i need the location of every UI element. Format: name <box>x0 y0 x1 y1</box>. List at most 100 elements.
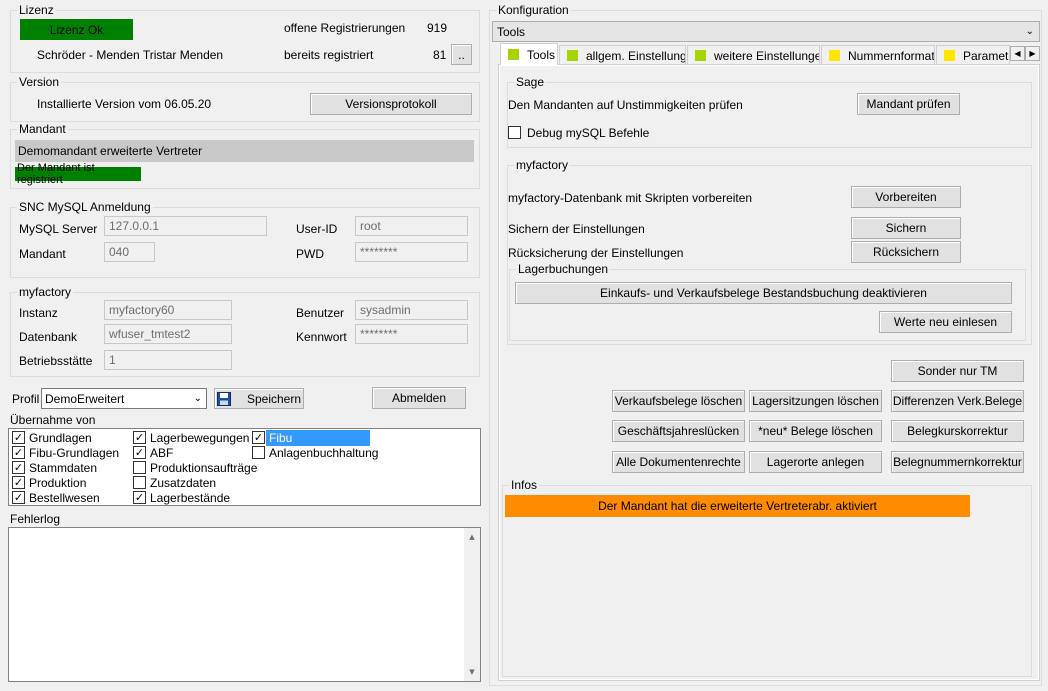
mandant-status-text: Der Mandant ist registriert <box>17 162 95 186</box>
save-settings-button[interactable]: Sichern <box>851 217 961 239</box>
mysql-server-field[interactable]: 127.0.0.1 <box>104 216 267 236</box>
tab-status-icon <box>508 49 519 60</box>
save-settings-label: Sichern der Einstellungen <box>508 222 645 236</box>
uebernahme-checkbox[interactable]: ✓ <box>133 491 146 504</box>
mandant-name: Demomandant erweiterte Vertreter <box>18 144 203 158</box>
sales-doc-differences-button[interactable]: Differenzen Verk.Belege <box>891 390 1024 412</box>
uebernahme-checkbox[interactable]: ✓ <box>252 431 265 444</box>
delete-stock-sessions-button[interactable]: Lagersitzungen löschen <box>749 390 882 412</box>
sonder-tm-button[interactable]: Sonder nur TM <box>891 360 1024 382</box>
check-mandant-button[interactable]: Mandant prüfen <box>857 93 960 115</box>
tab-scroll-left-icon[interactable]: ◀ <box>1010 46 1025 61</box>
chevron-down-icon: ⌄ <box>193 393 202 404</box>
pwd-label: PWD <box>296 247 324 261</box>
snc-title: SNC MySQL Anmeldung <box>17 200 153 214</box>
uebernahme-checkbox[interactable]: ✓ <box>12 446 25 459</box>
profil-select[interactable]: DemoErweitert ⌄ <box>41 388 207 409</box>
scroll-down-icon[interactable]: ▼ <box>466 666 478 678</box>
kennwort-field[interactable]: ******** <box>355 324 468 344</box>
license-status-badge: Lizenz Ok <box>20 19 133 40</box>
tab-tools[interactable]: Tools <box>500 43 558 65</box>
version-log-button[interactable]: Versionsprotokoll <box>310 93 472 115</box>
konfiguration-select[interactable]: Tools ⌄ <box>492 21 1040 42</box>
snc-mandant-field[interactable]: 040 <box>104 242 155 262</box>
save-profile-button[interactable]: Speichern <box>214 388 304 409</box>
prepare-button[interactable]: Vorbereiten <box>851 186 961 208</box>
fiscal-year-gaps-button[interactable]: Geschäftsjahreslücken <box>612 420 745 442</box>
uebernahme-checkbox[interactable] <box>252 446 265 459</box>
lizenz-title: Lizenz <box>17 3 56 17</box>
floppy-disk-icon <box>216 391 231 406</box>
mandant-title: Mandant <box>17 122 68 136</box>
save-profile-label: Speichern <box>246 391 302 406</box>
company-name: Schröder - Menden Tristar Menden <box>37 48 224 62</box>
uebernahme-label: Grundlagen <box>29 431 92 445</box>
chevron-down-icon: ⌄ <box>1025 26 1034 37</box>
tab-label: Tools <box>527 47 556 62</box>
uebernahme-checkbox[interactable]: ✓ <box>133 431 146 444</box>
datenbank-field[interactable]: wfuser_tmtest2 <box>104 324 232 344</box>
uebernahme-label: ABF <box>150 446 174 460</box>
uebernahme-checkbox[interactable]: ✓ <box>12 491 25 504</box>
instanz-field[interactable]: myfactory60 <box>104 300 232 320</box>
uebernahme-label: Lagerbewegungen <box>150 431 250 445</box>
license-more-button[interactable]: .. <box>451 44 472 65</box>
logout-button[interactable]: Abmelden <box>372 387 466 409</box>
tab-item[interactable]: Paramete <box>936 45 1010 65</box>
reload-values-button[interactable]: Werte neu einlesen <box>879 311 1012 333</box>
uebernahme-checkbox[interactable]: ✓ <box>12 461 25 474</box>
tab-item[interactable]: weitere Einstellungen <box>687 45 820 65</box>
doc-number-correction-button[interactable]: Belegnummernkorrektur <box>891 451 1024 473</box>
benutzer-label: Benutzer <box>296 306 345 320</box>
tab-item[interactable]: allgem. Einstellungen <box>559 45 686 65</box>
fehlerlog-textarea[interactable]: ▲ ▼ <box>8 527 481 682</box>
kennwort-label: Kennwort <box>296 330 347 344</box>
user-id-label: User-ID <box>296 222 338 236</box>
uebernahme-label: Stammdaten <box>29 461 98 475</box>
user-id-field[interactable]: root <box>355 216 468 236</box>
tab-label: weitere Einstellungen <box>714 48 820 63</box>
restore-settings-button[interactable]: Rücksichern <box>851 241 961 263</box>
version-title: Version <box>17 75 62 89</box>
uebernahme-label: Fibu-Grundlagen <box>29 446 120 460</box>
delete-sales-docs-button[interactable]: Verkaufsbelege löschen <box>612 390 745 412</box>
tab-status-icon <box>695 50 706 61</box>
snc-mandant-label: Mandant <box>19 247 66 261</box>
uebernahme-checkbox[interactable]: ✓ <box>12 476 25 489</box>
myfactory-login-title: myfactory <box>17 285 74 299</box>
lagerbuchungen-title: Lagerbuchungen <box>516 262 611 276</box>
konfiguration-select-value: Tools <box>497 25 526 39</box>
tab-scroll-right-icon[interactable]: ▶ <box>1025 46 1040 61</box>
tab-label: Paramete <box>963 48 1010 63</box>
uebernahme-label: Zusatzdaten <box>150 476 217 490</box>
datenbank-label: Datenbank <box>19 330 78 344</box>
tab-item[interactable]: Nummernformate <box>821 45 935 65</box>
tab-label: Nummernformate <box>848 48 935 63</box>
deactivate-stock-booking-button[interactable]: Einkaufs- und Verkaufsbelege Bestandsbuc… <box>515 282 1012 304</box>
all-document-rights-button[interactable]: Alle Dokumentenrechte <box>612 451 745 473</box>
uebernahme-checkbox[interactable] <box>133 476 146 489</box>
profil-select-value: DemoErweitert <box>45 392 125 406</box>
debug-mysql-checkbox[interactable] <box>508 126 521 139</box>
tab-status-icon <box>829 50 840 61</box>
doc-rate-correction-button[interactable]: Belegkurskorrektur <box>891 420 1024 442</box>
installed-version: Installierte Version vom 06.05.20 <box>37 97 212 111</box>
konfiguration-title: Konfiguration <box>496 3 571 17</box>
uebernahme-label: Bestellwesen <box>29 491 100 505</box>
delete-new-docs-button[interactable]: *neu* Belege löschen <box>749 420 882 442</box>
scroll-up-icon[interactable]: ▲ <box>466 531 478 543</box>
uebernahme-title: Übernahme von <box>10 413 96 427</box>
fehlerlog-scrollbar[interactable]: ▲ ▼ <box>464 528 480 681</box>
open-registrations-value: 919 <box>427 21 448 35</box>
tab-status-icon <box>567 50 578 61</box>
benutzer-field[interactable]: sysadmin <box>355 300 468 320</box>
create-storage-locations-button[interactable]: Lagerorte anlegen <box>749 451 882 473</box>
betriebsstaette-field[interactable]: 1 <box>104 350 232 370</box>
uebernahme-checkbox[interactable]: ✓ <box>133 446 146 459</box>
sage-title: Sage <box>514 75 547 89</box>
uebernahme-checkbox[interactable]: ✓ <box>12 431 25 444</box>
license-status-text: Lizenz Ok <box>49 22 104 37</box>
pwd-field[interactable]: ******** <box>355 242 468 262</box>
profil-label: Profil <box>12 392 40 406</box>
uebernahme-checkbox[interactable] <box>133 461 146 474</box>
